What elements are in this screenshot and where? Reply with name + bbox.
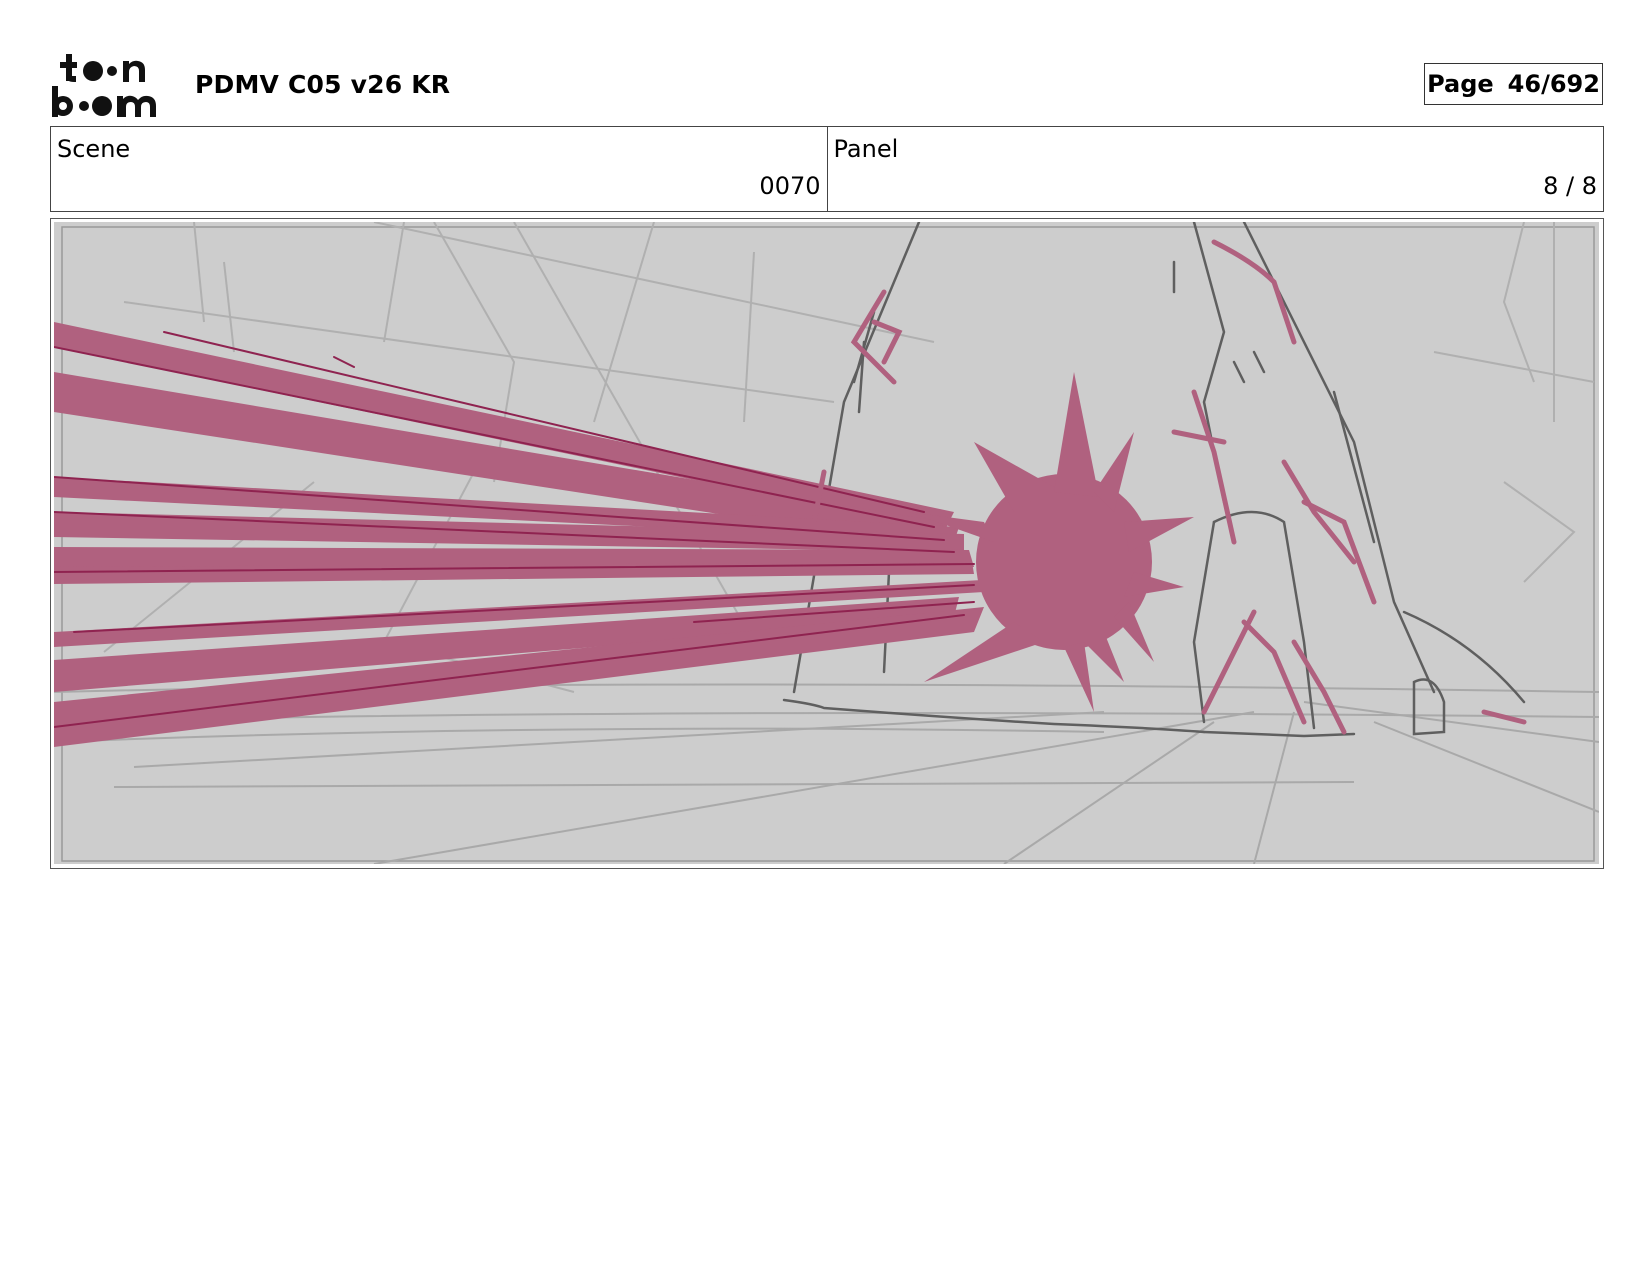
- panel-number: 8 / 8: [1543, 172, 1597, 200]
- scene-number: 0070: [759, 172, 821, 200]
- document-title: PDMV C05 v26 KR: [195, 70, 451, 99]
- storyboard-sketch: [54, 222, 1599, 864]
- panel-cell: Panel 8 / 8: [826, 127, 1604, 211]
- toon-boom-logo: [52, 52, 172, 118]
- page-number: 46/692: [1507, 70, 1600, 98]
- scene-label: Scene: [57, 135, 131, 163]
- scene-panel-info-table: Scene 0070 Panel 8 / 8: [50, 126, 1604, 212]
- storyboard-panel: [50, 218, 1604, 869]
- page-indicator: Page 46/692: [1424, 63, 1603, 105]
- panel-label: Panel: [833, 135, 899, 163]
- scene-cell: Scene 0070: [51, 127, 827, 211]
- page-label: Page: [1427, 70, 1494, 98]
